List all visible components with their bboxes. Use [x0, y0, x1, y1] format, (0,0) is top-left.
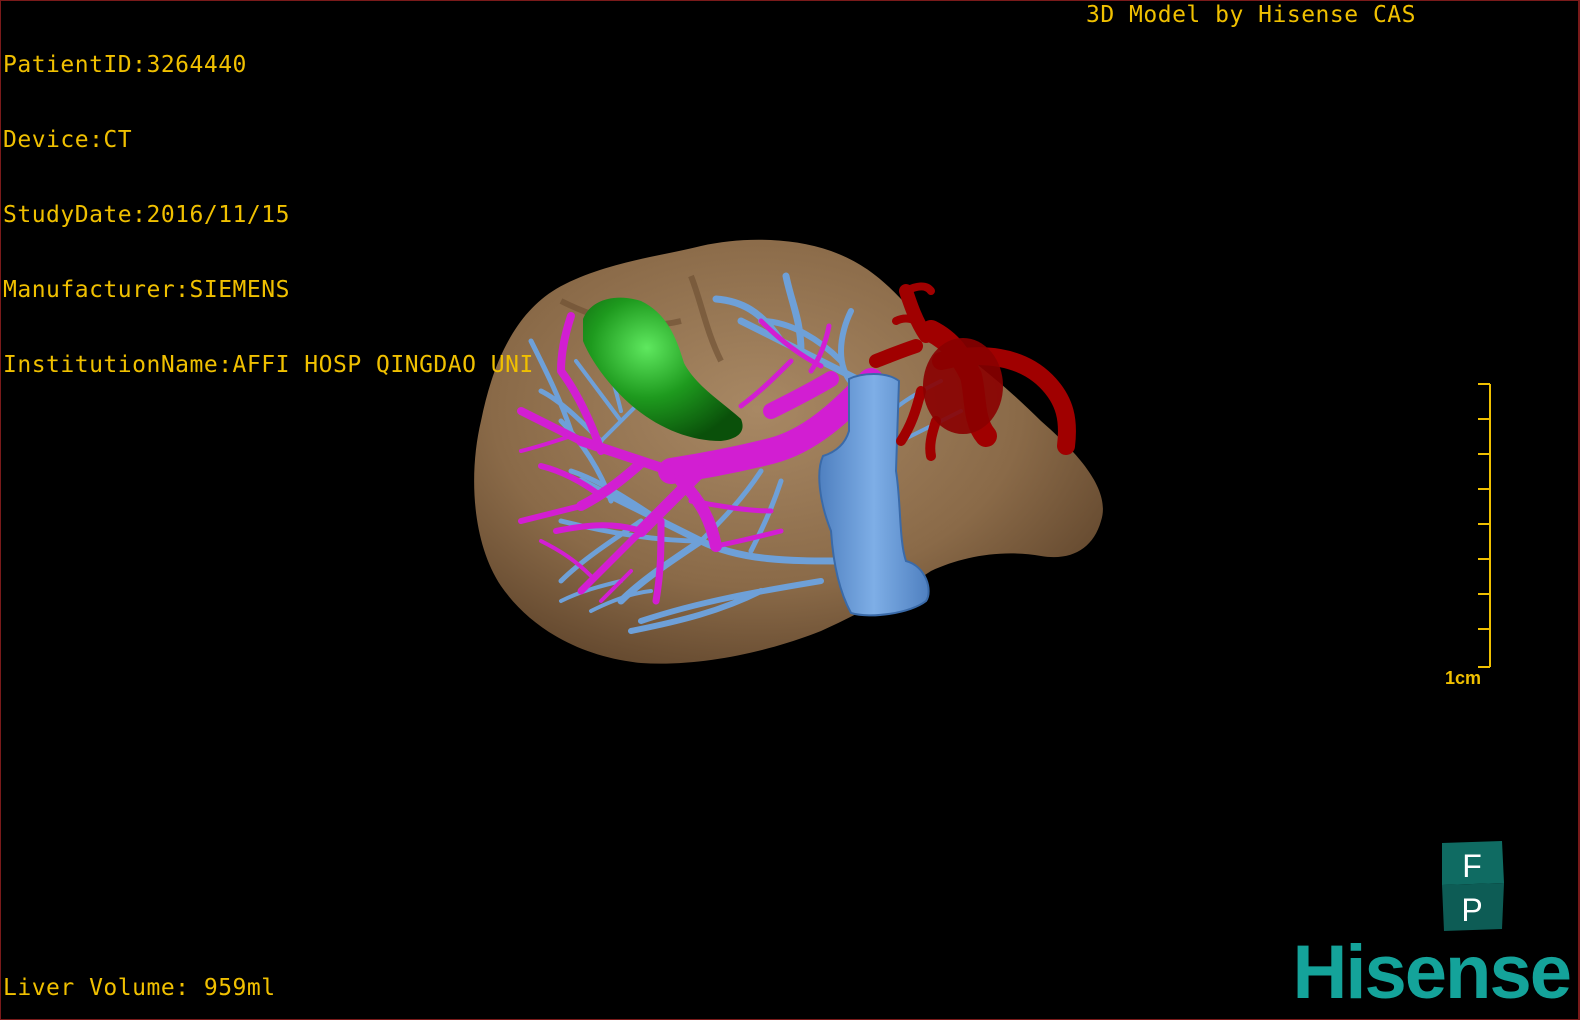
3d-viewport[interactable]: PatientID:3264440 Device:CT StudyDate:20… — [0, 0, 1580, 1020]
manufacturer-text: Manufacturer:SIEMENS — [3, 277, 290, 303]
cube-face-bottom-label: P — [1461, 892, 1482, 928]
orientation-cube[interactable]: F P — [1438, 839, 1508, 934]
watermark-title: 3D Model by Hisense CAS — [1086, 2, 1416, 28]
scale-label: 1cm — [1445, 668, 1482, 688]
institution-text: InstitutionName:AFFI HOSP QINGDAO UNI — [3, 352, 534, 378]
study-date-text: StudyDate:2016/11/15 — [3, 202, 290, 228]
device-text: Device:CT — [3, 127, 133, 153]
cube-face-top-label: F — [1462, 848, 1482, 884]
dicom-info-block: PatientID:3264440 Device:CT StudyDate:20… — [3, 3, 534, 428]
scale-bar — [1478, 383, 1491, 668]
artery-aneurysm — [923, 338, 1003, 434]
liver-volume-readout: Liver Volume: 959ml — [3, 975, 276, 1001]
patient-id-text: PatientID:3264440 — [3, 52, 247, 78]
hisense-logo: Hisense — [1292, 930, 1572, 1015]
